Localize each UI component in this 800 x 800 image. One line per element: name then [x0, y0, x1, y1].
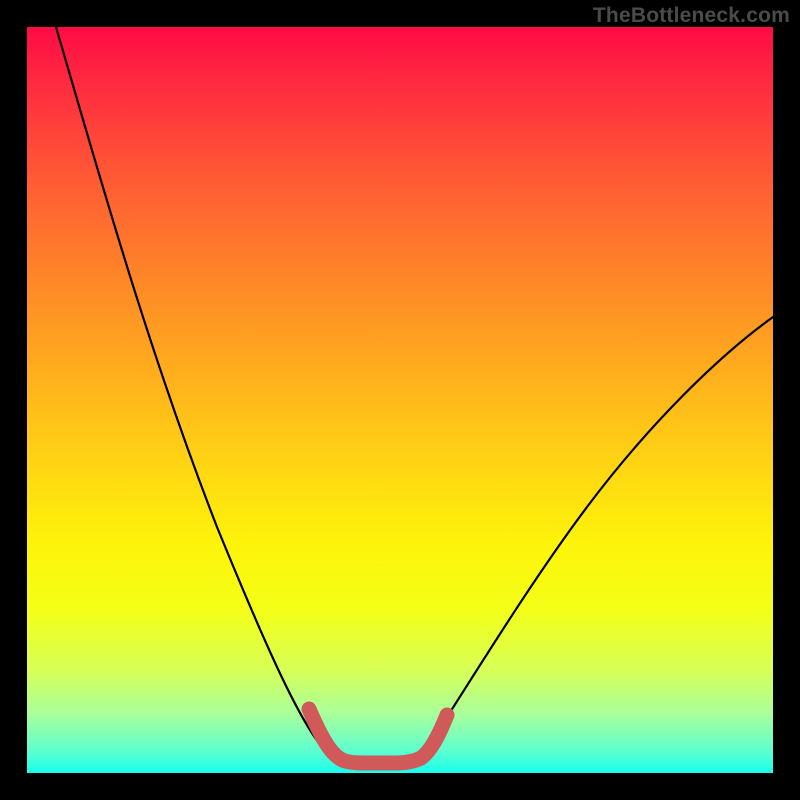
curve-layer [27, 27, 773, 773]
chart-frame: TheBottleneck.com [0, 0, 800, 800]
watermark-text: TheBottleneck.com [593, 4, 790, 28]
bottleneck-curve [56, 27, 773, 765]
plot-area [27, 27, 773, 773]
optimal-range-highlight [309, 709, 447, 763]
